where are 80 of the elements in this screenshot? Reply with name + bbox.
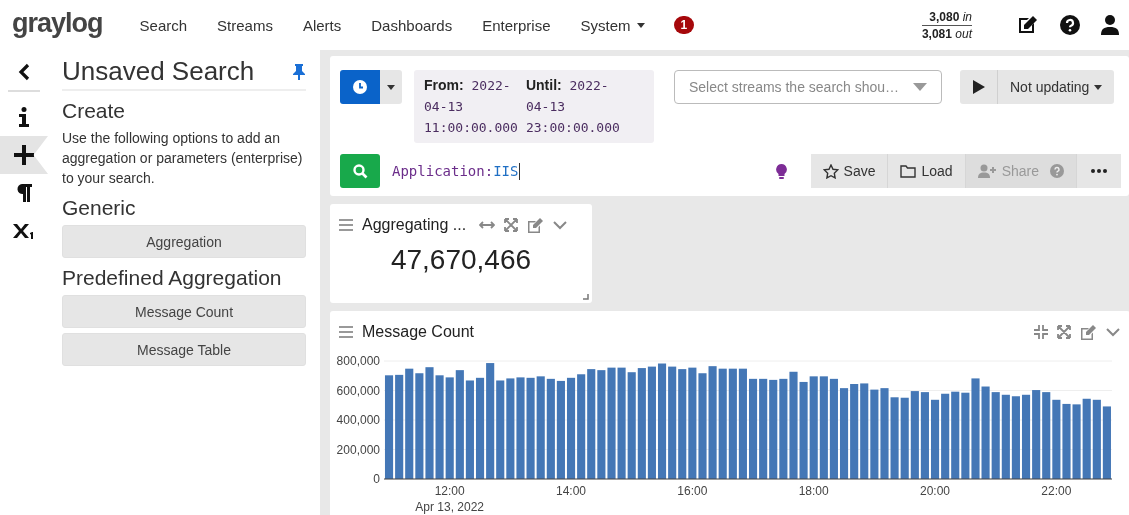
pin-icon[interactable]: [292, 63, 306, 80]
nav-link[interactable]: Streams: [217, 16, 273, 34]
search-button[interactable]: [340, 154, 380, 188]
user-icon[interactable]: [1101, 15, 1119, 35]
add-user-icon: [977, 164, 997, 178]
sidebar-tab[interactable]: [0, 136, 48, 174]
query-input[interactable]: Application:IIS: [392, 162, 776, 180]
nav-link[interactable]: Enterprise: [482, 16, 551, 34]
lightbulb-icon[interactable]: [775, 163, 787, 179]
star-icon: [822, 163, 839, 179]
subscript-icon: [13, 222, 35, 240]
chevron-down-icon[interactable]: [553, 220, 568, 230]
x-tick-label: 14:00: [556, 484, 587, 498]
help-icon: [1050, 164, 1064, 178]
clock-icon: [353, 80, 367, 94]
range-value: 2022-: [569, 78, 609, 93]
play-button[interactable]: [960, 70, 998, 104]
range-label: From:: [424, 77, 464, 93]
drag-handle-icon[interactable]: [339, 326, 353, 338]
plus-icon: [14, 145, 34, 165]
refresh-dropdown[interactable]: Not updating: [998, 70, 1115, 104]
create-button[interactable]: Message Table: [62, 333, 306, 366]
range-value: 04-13: [424, 98, 465, 116]
x-tick-label: 22:00: [1041, 484, 1072, 498]
range-label: Until:: [525, 77, 562, 93]
chevron-down-icon[interactable]: [1106, 327, 1120, 337]
folder-icon: [900, 164, 917, 178]
widget-title: Aggregating ...: [362, 216, 467, 234]
play-icon: [972, 80, 985, 94]
nav-link[interactable]: Search: [139, 16, 188, 34]
expand-icon[interactable]: [1057, 325, 1071, 339]
action-button[interactable]: Save: [810, 154, 889, 188]
section-heading: Generic: [62, 196, 137, 220]
sidebar-title: Unsaved Search: [62, 56, 255, 87]
nav-link[interactable]: Dashboards: [371, 16, 453, 34]
help-icon[interactable]: [1060, 15, 1080, 35]
edit-icon[interactable]: [1017, 15, 1039, 35]
info-icon: [19, 107, 29, 127]
description-text: Use the following options to add an aggregation or parameters (enterprise) to your search.: [62, 129, 304, 188]
notification-badge[interactable]: 1: [673, 16, 695, 34]
expand-icon[interactable]: [504, 218, 519, 232]
nav-link[interactable]: System: [580, 16, 645, 34]
resize-handle-icon[interactable]: [583, 294, 589, 300]
throughput-out: 3,081 out: [921, 26, 972, 41]
date-label: Apr 13, 2022: [415, 500, 485, 514]
y-tick-label: 400,000: [336, 413, 380, 427]
paragraph-icon: [16, 184, 32, 202]
time-range-button[interactable]: [340, 70, 380, 104]
range-value: 23:00:00.000: [525, 119, 620, 137]
x-tick-label: 12:00: [434, 484, 465, 498]
section-heading: Create: [62, 99, 127, 123]
section-heading: Predefined Aggregation: [62, 266, 283, 290]
drag-handle-icon[interactable]: [339, 219, 353, 231]
widget-title: Message Count: [362, 323, 475, 341]
create-button[interactable]: Message Count: [62, 295, 306, 328]
range-value: 11:00:00.000: [424, 119, 518, 137]
streams-select[interactable]: Select streams the search shou…: [674, 70, 942, 104]
back-icon: [18, 63, 30, 81]
search-icon: [352, 163, 368, 179]
range-value: 2022-: [471, 78, 511, 93]
y-tick-label: 0: [373, 472, 380, 486]
more-icon: [1091, 169, 1107, 173]
create-button[interactable]: Aggregation: [62, 225, 306, 258]
y-tick-label: 800,000: [336, 354, 380, 368]
y-tick-label: 600,000: [336, 383, 380, 398]
resize-horizontal-icon[interactable]: [479, 220, 496, 230]
logo[interactable]: graylog: [12, 7, 103, 39]
nav-link[interactable]: Alerts: [302, 16, 342, 34]
x-tick-label: 16:00: [677, 484, 708, 498]
range-value: 04-13: [525, 98, 567, 116]
metric-value: 47,670,466: [389, 243, 533, 276]
caret-icon: [913, 83, 927, 91]
y-tick-label: 200,000: [336, 442, 380, 457]
caret-icon: [387, 84, 395, 90]
compress-icon[interactable]: [1034, 325, 1048, 339]
time-range-dropdown[interactable]: [380, 70, 402, 104]
throughput-in: 3,080 in: [929, 9, 972, 24]
caret-icon: [1094, 84, 1103, 90]
x-tick-label: 18:00: [798, 484, 829, 498]
x-tick-label: 20:00: [920, 484, 951, 498]
